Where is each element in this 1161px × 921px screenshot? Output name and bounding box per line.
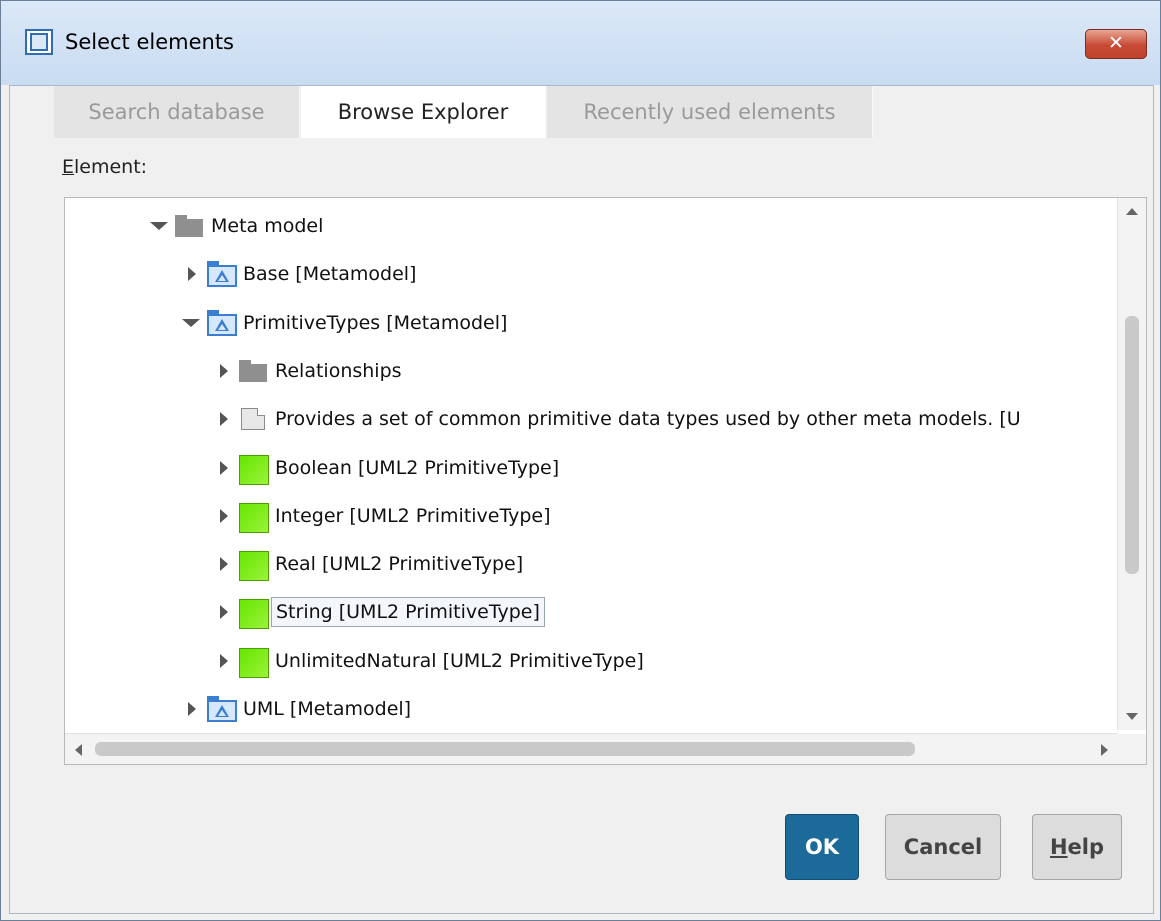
ok-button[interactable]: OK <box>785 814 859 880</box>
expand-arrow-icon[interactable] <box>185 265 199 283</box>
tree-node[interactable]: Boolean [UML2 PrimitiveType] <box>217 446 559 490</box>
primitive-type-icon <box>239 599 269 629</box>
dialog-icon <box>25 29 53 55</box>
expand-arrow-icon[interactable] <box>217 459 231 477</box>
expand-arrow-icon[interactable] <box>217 652 231 670</box>
tree-node-label: Integer [UML2 PrimitiveType] <box>275 505 551 527</box>
tree-node-label: PrimitiveTypes [Metamodel] <box>243 312 508 334</box>
tree-node-label: Relationships <box>275 360 402 382</box>
tree-node[interactable]: PrimitiveTypes [Metamodel] <box>182 301 508 345</box>
expand-arrow-icon[interactable] <box>217 410 231 428</box>
tab-recently-used-elements[interactable]: Recently used elements <box>547 86 873 138</box>
tree-node[interactable]: UML [Metamodel] <box>185 687 411 731</box>
title-bar: Select elements ✕ <box>1 1 1160 85</box>
dialog-body: Search database Browse Explorer Recently… <box>9 85 1154 914</box>
collapse-arrow-icon[interactable] <box>150 217 168 235</box>
tree-node-label: UML [Metamodel] <box>243 698 412 720</box>
primitive-type-icon <box>239 503 269 533</box>
element-tree[interactable]: Meta model Base [Metamodel] PrimitiveTypes… <box>64 197 1147 765</box>
dialog-title: Select elements <box>65 30 234 54</box>
element-field-label: Element: <box>62 156 148 178</box>
primitive-type-icon <box>239 551 269 581</box>
tree-node-label: Provides a set of common primitive data … <box>275 408 1021 430</box>
folder-gray-icon <box>239 358 267 384</box>
tree-node-label: Real [UML2 PrimitiveType] <box>275 553 524 575</box>
scrollbar-corner <box>1118 734 1146 764</box>
collapse-arrow-icon[interactable] <box>182 314 200 332</box>
scroll-left-arrow-icon[interactable] <box>75 744 82 756</box>
tree-node-label: Base [Metamodel] <box>243 263 417 285</box>
tree-node[interactable]: Integer [UML2 PrimitiveType] <box>217 494 551 538</box>
primitive-type-icon <box>239 455 269 485</box>
tree-node[interactable]: UnlimitedNatural [UML2 PrimitiveType] <box>217 639 644 683</box>
tree-node[interactable]: Relationships <box>217 349 402 393</box>
metamodel-package-icon <box>207 261 237 287</box>
expand-arrow-icon[interactable] <box>217 507 231 525</box>
metamodel-package-icon <box>207 310 237 336</box>
tab-search-database[interactable]: Search database <box>54 86 300 138</box>
expand-arrow-icon[interactable] <box>217 603 231 621</box>
vertical-scroll-thumb[interactable] <box>1125 316 1139 574</box>
close-button[interactable]: ✕ <box>1085 29 1147 59</box>
tab-browse-explorer[interactable]: Browse Explorer <box>301 86 546 138</box>
scroll-up-arrow-icon[interactable] <box>1126 208 1138 215</box>
close-icon: ✕ <box>1108 32 1124 54</box>
expand-arrow-icon[interactable] <box>217 555 231 573</box>
tree-node-label: UnlimitedNatural [UML2 PrimitiveType] <box>275 650 644 672</box>
tree-node-label: Meta model <box>211 215 324 237</box>
tree-node[interactable]: Base [Metamodel] <box>185 252 416 296</box>
horizontal-scrollbar[interactable] <box>65 733 1118 764</box>
scroll-right-arrow-icon[interactable] <box>1101 744 1108 756</box>
tree-node[interactable]: Meta model <box>150 204 324 248</box>
metamodel-package-icon <box>207 696 237 722</box>
folder-gray-icon <box>175 213 203 239</box>
tree-node[interactable]: Real [UML2 PrimitiveType] <box>217 542 523 586</box>
note-icon <box>239 406 267 432</box>
help-button[interactable]: Help <box>1032 814 1122 880</box>
expand-arrow-icon[interactable] <box>185 700 199 718</box>
expand-arrow-icon[interactable] <box>217 362 231 380</box>
tree-node[interactable]: String [UML2 PrimitiveType] <box>217 590 545 634</box>
select-elements-dialog: Select elements ✕ Search database Browse… <box>0 0 1161 921</box>
cancel-button[interactable]: Cancel <box>885 814 1001 880</box>
tree-node[interactable]: Provides a set of common primitive data … <box>217 397 1021 441</box>
scroll-down-arrow-icon[interactable] <box>1126 713 1138 720</box>
tree-node-label: String [UML2 PrimitiveType] <box>271 597 545 627</box>
horizontal-scroll-thumb[interactable] <box>95 742 915 756</box>
vertical-scrollbar[interactable] <box>1117 198 1146 730</box>
primitive-type-icon <box>239 648 269 678</box>
tree-node-label: Boolean [UML2 PrimitiveType] <box>275 457 560 479</box>
